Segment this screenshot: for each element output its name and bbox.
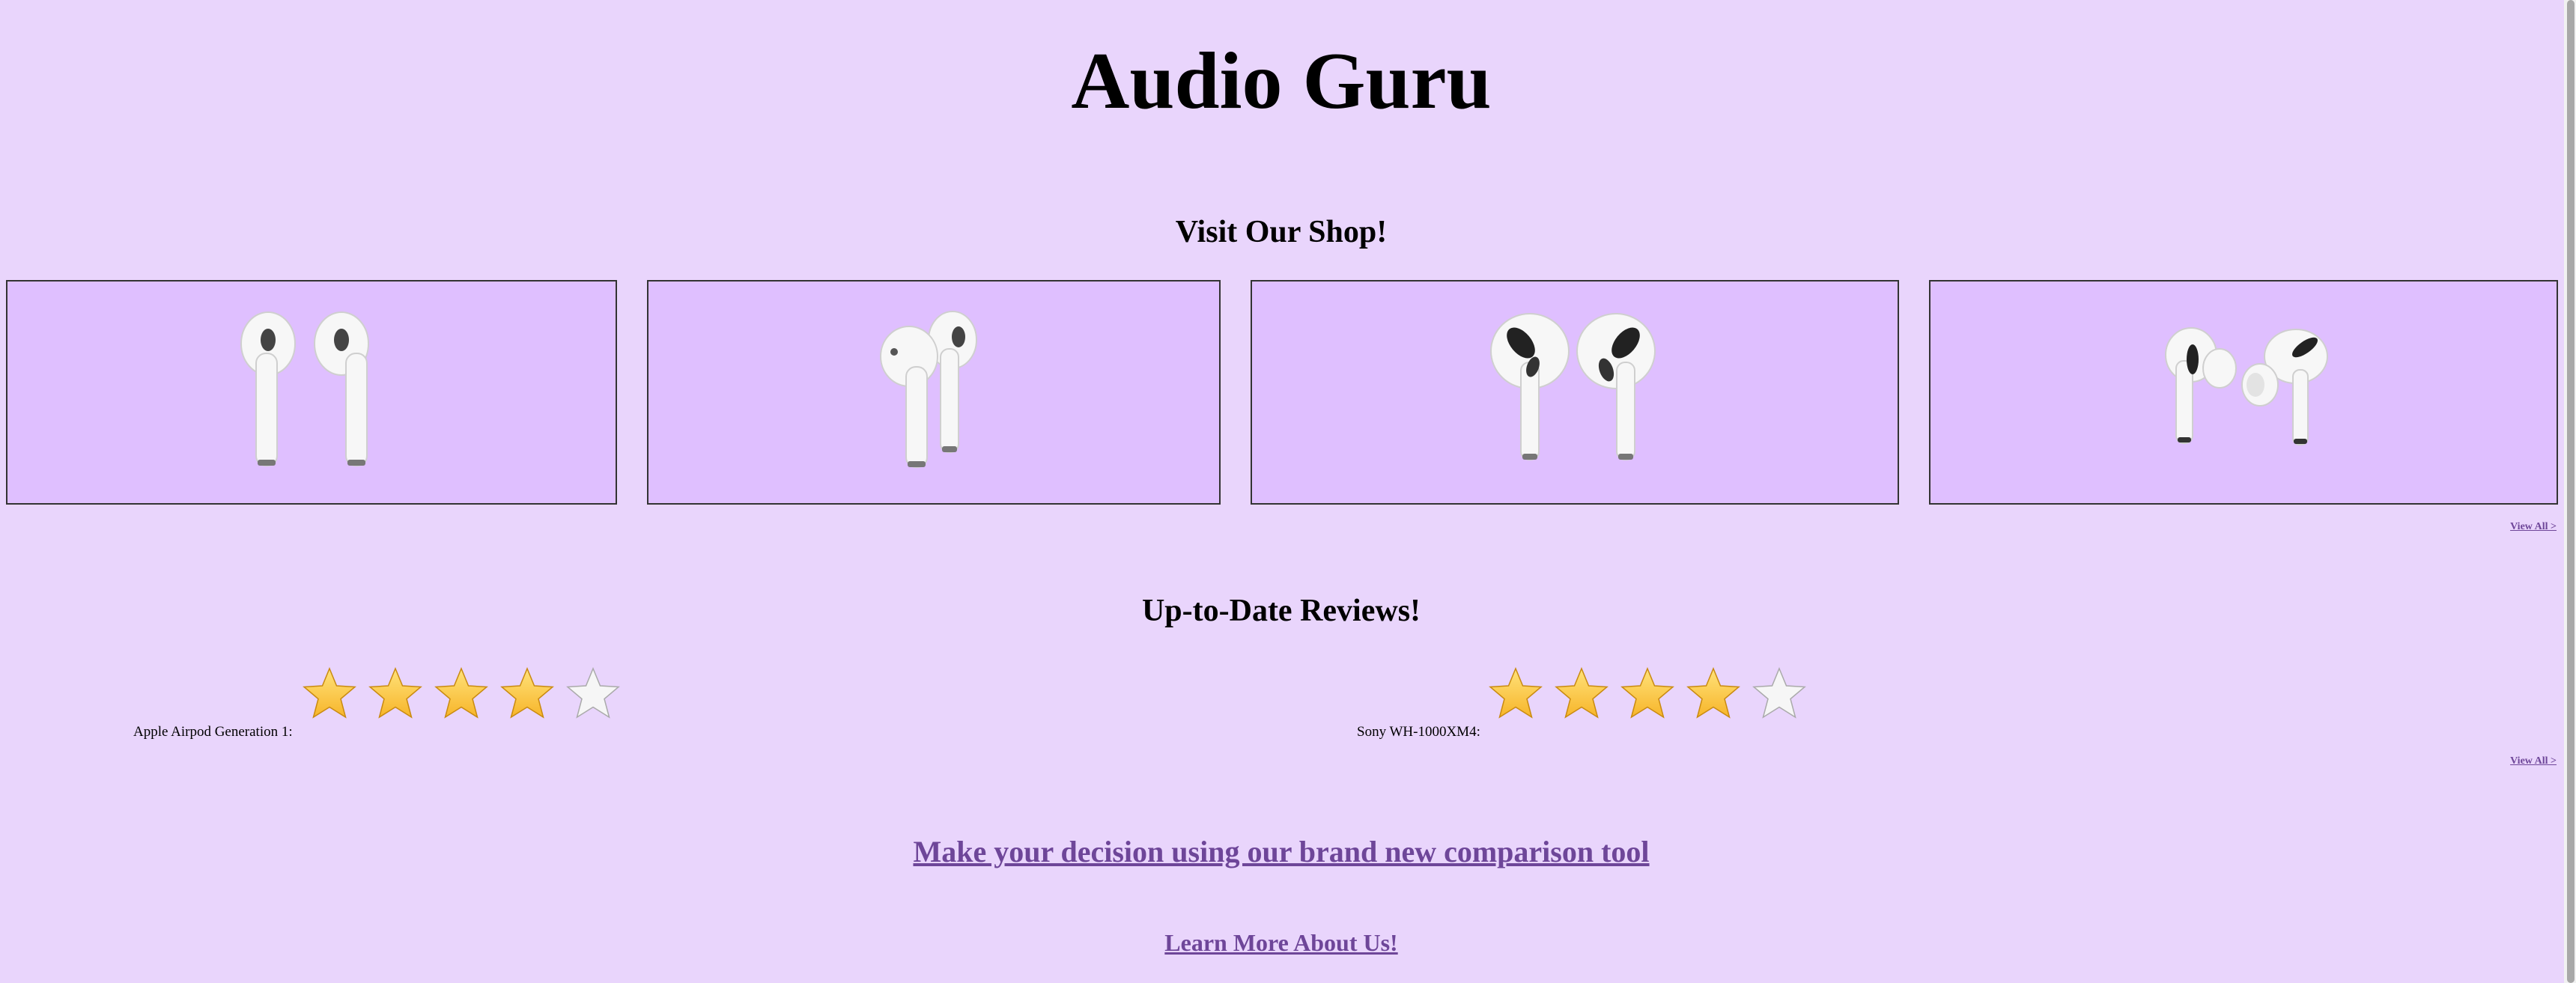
review-rating-1 xyxy=(301,666,622,720)
star-filled-icon xyxy=(1619,666,1676,720)
product-card-2[interactable] xyxy=(647,280,1221,505)
reviews-heading: Up-to-Date Reviews! xyxy=(1141,594,1421,628)
review-rating-2 xyxy=(1487,666,1808,720)
reviews-view-all-link[interactable]: View All > xyxy=(2510,755,2557,767)
star-filled-icon xyxy=(367,666,424,720)
star-filled-icon xyxy=(1553,666,1610,720)
scrollbar-thumb[interactable] xyxy=(2567,0,2575,983)
product-card-1[interactable] xyxy=(6,280,617,505)
review-label-2: Sony WH-1000XM4: xyxy=(1357,724,1480,740)
product-card-3[interactable] xyxy=(1251,280,1899,505)
product-card-4[interactable] xyxy=(1929,280,2558,505)
about-us-link-text[interactable]: Learn More About Us! xyxy=(1164,929,1397,956)
star-empty-icon xyxy=(1751,666,1808,720)
about-us-link[interactable]: Learn More About Us! xyxy=(0,928,2563,958)
page-scrollbar[interactable] xyxy=(2564,0,2576,983)
airpods-gen3-icon xyxy=(1490,313,1656,460)
page-title: Audio Guru xyxy=(1071,37,1492,126)
comparison-tool-link-text[interactable]: Make your decision using our brand new c… xyxy=(913,835,1649,868)
star-filled-icon xyxy=(433,666,490,720)
comparison-tool-link[interactable]: Make your decision using our brand new c… xyxy=(0,833,2563,871)
airpods-side-icon xyxy=(880,311,977,468)
star-filled-icon xyxy=(1487,666,1544,720)
star-empty-icon xyxy=(565,666,622,720)
shop-heading: Visit Our Shop! xyxy=(1175,215,1388,249)
review-label-1: Apple Airpod Generation 1: xyxy=(133,724,293,740)
star-filled-icon xyxy=(301,666,358,720)
airpods-front-icon xyxy=(240,311,369,466)
star-filled-icon xyxy=(499,666,556,720)
star-filled-icon xyxy=(1685,666,1742,720)
airpods-pro-icon xyxy=(2165,327,2328,445)
shop-view-all-link[interactable]: View All > xyxy=(2510,521,2557,533)
